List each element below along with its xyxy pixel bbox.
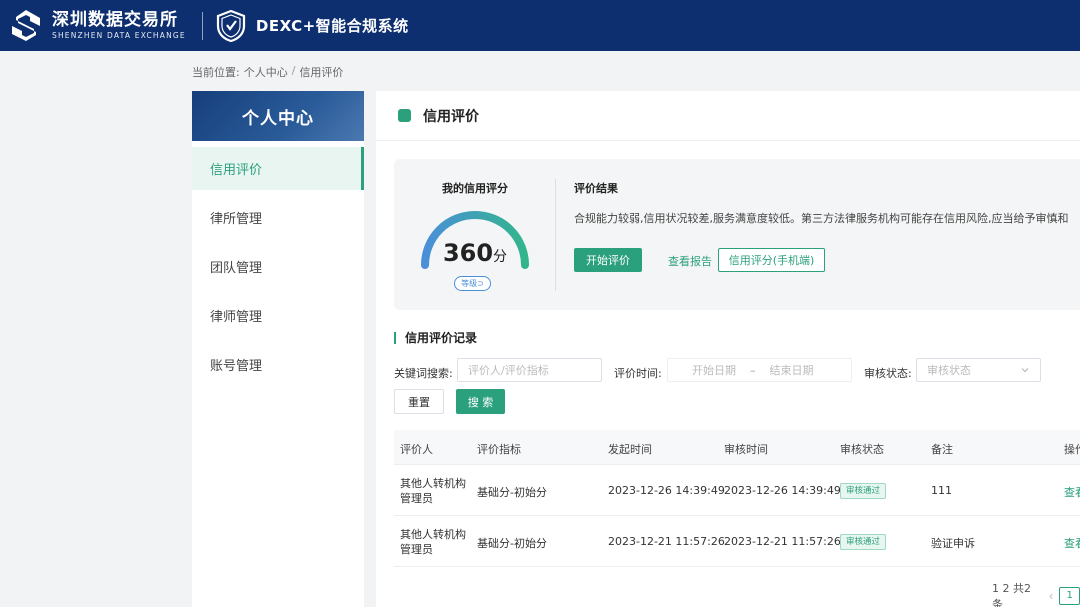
date-range-separator: – [750,363,756,377]
table-header: 评价人 评价指标 发起时间 审核时间 审核状态 备注 操作 [394,430,1080,465]
cell-evaluator: 其他人转机构管理员 [400,528,466,556]
date-range-picker[interactable]: 开始日期 – 结束日期 [667,358,852,382]
column-header-start-time: 发起时间 [608,443,652,456]
my-score-label: 我的信用评分 [442,182,508,195]
sidebar-item-lawyer-management[interactable]: 律师管理 [192,294,364,337]
reset-button[interactable]: 重置 [394,389,444,414]
level-label: 等级 [461,279,478,288]
sidebar-item-account-management[interactable]: 账号管理 [192,343,364,386]
end-date-input[interactable]: 结束日期 [770,362,814,378]
chevron-down-icon [1021,368,1029,373]
sde-logo-icon [12,9,40,41]
panel-title: 信用评价 [423,108,479,125]
table-row: 其他人转机构管理员 基础分-初始分 2023-12-21 11:57:26 20… [394,516,1080,567]
status-badge: 审核通过 [840,483,887,499]
sidebar-item-credit-evaluation[interactable]: 信用评价 [192,147,364,190]
view-record-link[interactable]: 查看 [1064,484,1080,500]
score-card: 我的信用评分 360分 等级⊃ 评价结果 合规能力较弱,信用状况较差,服务满意度… [394,159,1080,310]
keyword-label: 关键词搜索: [394,367,453,380]
view-report-link[interactable]: 查看报告 [668,253,712,269]
help-circle-icon: ⊃ [477,279,484,288]
start-date-input[interactable]: 开始日期 [692,362,736,378]
breadcrumb-item-credit-eval: 信用评价 [299,66,344,79]
audit-status-select[interactable]: 审核状态 [916,358,1041,382]
level-badge[interactable]: 等级⊃ [454,276,491,291]
score-number: 360 [442,239,494,267]
system-title: DEXC+智能合规系统 [255,17,409,35]
sidebar-title: 个人中心 [192,91,364,141]
cell-start-time: 2023-12-21 11:57:26 [608,535,725,548]
breadcrumb: 当前位置: 个人中心 / 信用评价 [192,64,343,80]
table-row: 其他人转机构管理员 基础分-初始分 2023-12-26 14:39:49 20… [394,465,1080,516]
breadcrumb-item-personal-center[interactable]: 个人中心 [244,64,288,80]
cell-indicator: 基础分-初始分 [477,486,547,499]
brand-name-cn: 深圳数据交易所 [52,9,178,30]
shield-check-icon [216,9,245,42]
column-header-action: 操作 [1064,443,1080,456]
column-header-evaluator: 评价人 [400,443,433,456]
panel-header: 信用评价 [376,91,1080,141]
records-table: 评价人 评价指标 发起时间 审核时间 审核状态 备注 操作 其他人转机构管理员 … [394,430,1080,567]
cell-remark: 验证申诉 [931,537,975,550]
credit-score-value: 360分 [394,239,556,267]
result-title: 评价结果 [574,182,618,195]
pagination-summary: 1 2 共2条 [992,582,1031,607]
column-header-remark: 备注 [931,443,953,456]
brand-name-en: SHENZHEN DATA EXCHANGE [52,30,186,40]
status-badge: 审核通过 [840,534,887,550]
breadcrumb-prefix: 当前位置: [192,66,240,79]
breadcrumb-separator: / [291,64,296,77]
score-divider [555,179,556,291]
cell-remark: 111 [931,484,952,497]
header-divider [201,11,203,40]
sidebar-item-team-management[interactable]: 团队管理 [192,245,364,288]
cell-start-time: 2023-12-26 14:39:49 [608,484,725,497]
prev-page-icon[interactable]: ‹ [1049,589,1054,603]
score-section: 我的信用评分 360分 等级⊃ [394,159,556,310]
records-section-title: 信用评价记录 [394,329,477,346]
column-header-audit-status: 审核状态 [840,443,884,456]
records-title: 信用评价记录 [405,331,478,345]
main-panel: 信用评价 我的信用评分 360分 等级⊃ 评价结果 合规能力较弱,信用状况较差,… [376,91,1080,607]
section-marker [394,331,396,344]
keyword-placeholder: 评价人/评价指标 [468,364,549,377]
audit-status-label: 审核状态: [864,367,912,380]
score-unit: 分 [493,249,508,265]
eval-time-label: 评价时间: [614,367,662,380]
title-marker-icon [398,109,411,122]
search-button[interactable]: 搜 索 [456,389,505,414]
start-evaluation-button[interactable]: 开始评价 [574,248,642,272]
column-header-audit-time: 审核时间 [724,443,768,456]
cell-evaluator: 其他人转机构管理员 [400,477,466,505]
keyword-search-input[interactable]: 评价人/评价指标 [457,358,602,382]
cell-indicator: 基础分-初始分 [477,537,547,550]
column-header-indicator: 评价指标 [477,443,521,456]
top-navbar: 深圳数据交易所 SHENZHEN DATA EXCHANGE DEXC+智能合规… [0,0,1080,51]
sidebar-item-law-firm-management[interactable]: 律所管理 [192,196,364,239]
audit-status-placeholder: 审核状态 [927,364,971,377]
view-record-link[interactable]: 查看 [1064,535,1080,551]
cell-audit-time: 2023-12-26 14:39:49 [724,484,841,497]
sidebar: 个人中心 信用评价 律所管理 团队管理 律师管理 账号管理 [192,91,364,607]
cell-audit-time: 2023-12-21 11:57:26 [724,535,841,548]
pagination: 1 2 共2条 ‹ 1 [992,580,1080,607]
page-number-current[interactable]: 1 [1059,587,1080,605]
brand-logo[interactable]: 深圳数据交易所 SHENZHEN DATA EXCHANGE [8,8,186,44]
mobile-credit-score-button[interactable]: 信用评分(手机端) [718,248,825,272]
result-description: 合规能力较弱,信用状况较差,服务满意度较低。第三方法律服务机构可能存在信用风险,… [574,212,1069,225]
